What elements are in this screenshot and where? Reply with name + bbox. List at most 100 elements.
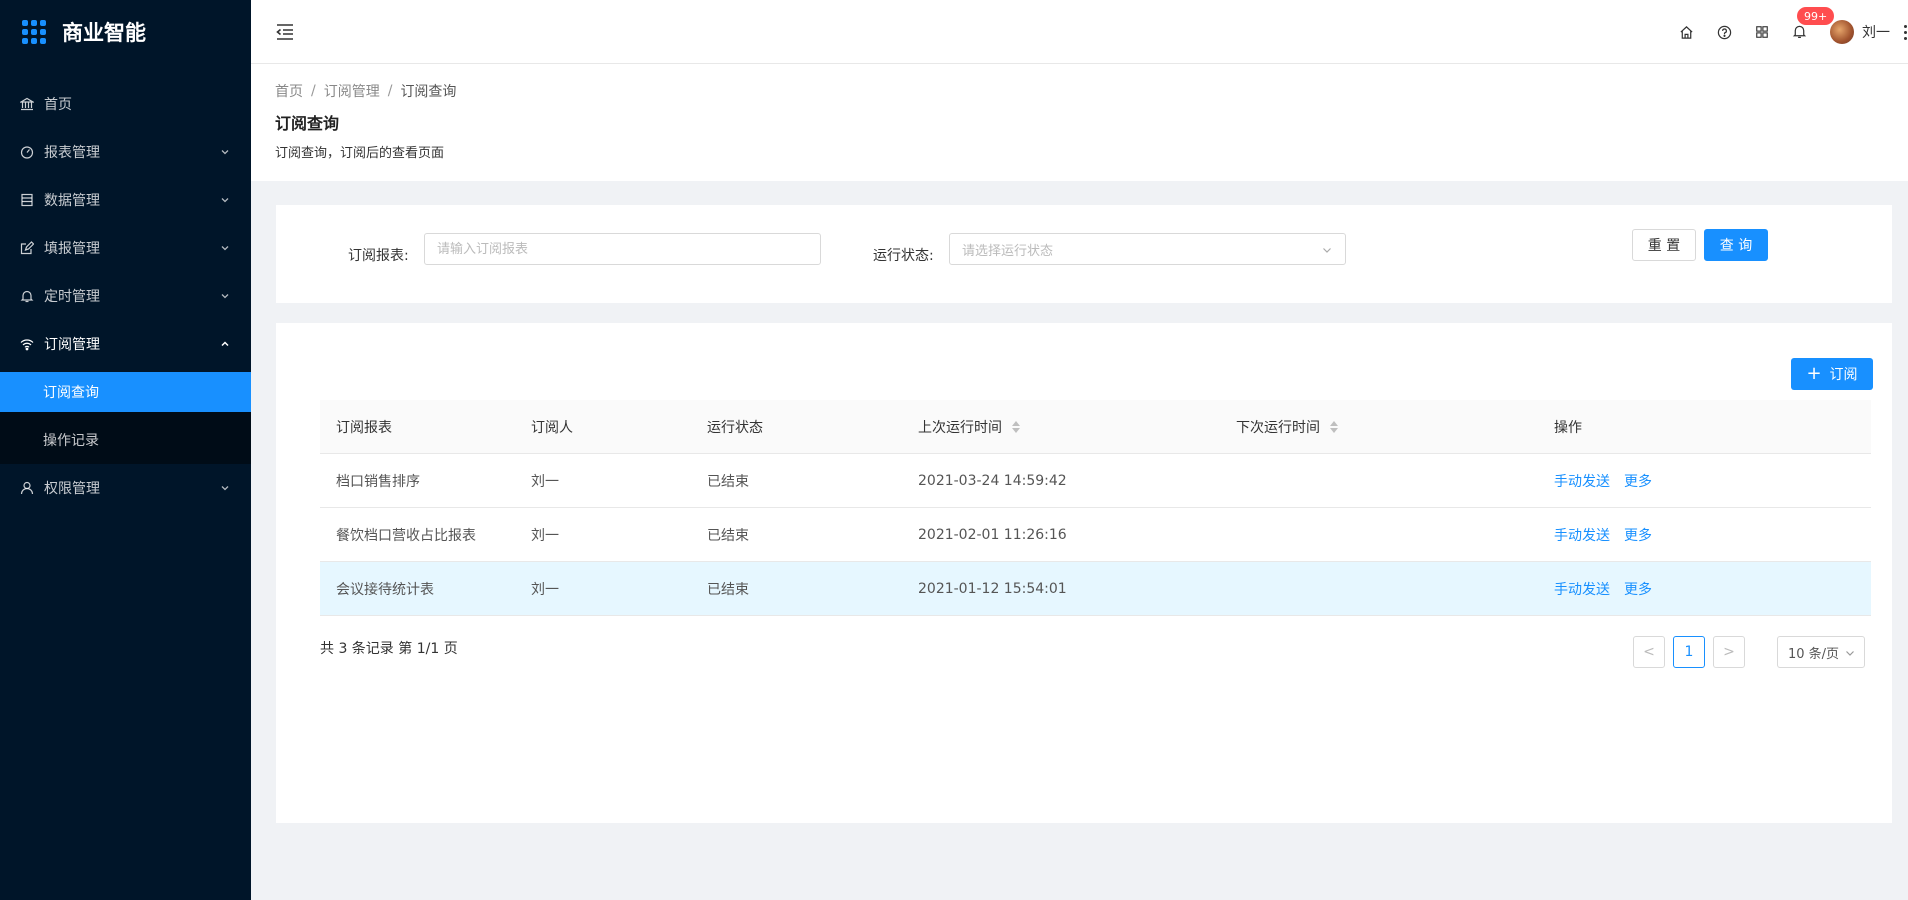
cell-last-run: 2021-01-12 15:54:01 xyxy=(918,580,1067,597)
sidebar-item-label: 数据管理 xyxy=(44,193,100,209)
breadcrumb-home[interactable]: 首页 xyxy=(275,81,303,101)
chevron-down-icon xyxy=(221,486,229,491)
sidebar-item-reports[interactable]: 报表管理 xyxy=(0,128,251,176)
table-header: 订阅报表 订阅人 运行状态 上次运行时间 下次运行时间 操作 xyxy=(320,400,1871,454)
more-icon[interactable] xyxy=(1904,24,1908,40)
next-page-button[interactable]: > xyxy=(1713,636,1745,668)
sidebar-item-data[interactable]: 数据管理 xyxy=(0,176,251,224)
page-size-value: 10 条/页 xyxy=(1788,646,1840,662)
page-description: 订阅查询，订阅后的查看页面 xyxy=(275,146,445,161)
prev-page-button[interactable]: < xyxy=(1633,636,1665,668)
wifi-icon xyxy=(20,337,34,351)
manual-send-link[interactable]: 手动发送 xyxy=(1554,471,1610,491)
table-row: 餐饮档口营收占比报表 刘一 已结束 2021-02-01 11:26:16 手动… xyxy=(320,508,1871,562)
column-header-label: 下次运行时间 xyxy=(1236,419,1320,436)
sort-icon[interactable] xyxy=(1012,420,1020,433)
cell-status: 已结束 xyxy=(707,473,749,490)
table-row-highlighted: 会议接待统计表 刘一 已结束 2021-01-12 15:54:01 手动发送 … xyxy=(320,562,1871,616)
breadcrumb-separator: / xyxy=(311,83,316,99)
appstore-icon[interactable] xyxy=(1754,24,1770,40)
apps-grid-icon xyxy=(22,20,46,44)
plus-icon: + xyxy=(1806,363,1822,384)
chevron-up-icon xyxy=(221,341,229,347)
column-header-report: 订阅报表 xyxy=(336,419,392,436)
bank-icon xyxy=(20,97,34,111)
cell-actions: 手动发送 更多 xyxy=(1554,471,1871,491)
column-header-actions: 操作 xyxy=(1554,419,1582,436)
chevron-down-icon xyxy=(221,150,229,155)
home-icon[interactable] xyxy=(1678,24,1694,40)
database-icon xyxy=(20,193,34,207)
sidebar-item-label: 报表管理 xyxy=(44,145,100,161)
status-select[interactable]: 请选择运行状态 xyxy=(949,233,1346,265)
sidebar-item-label: 订阅查询 xyxy=(43,385,99,401)
sidebar-item-label: 首页 xyxy=(44,97,72,113)
page-size-select[interactable]: 10 条/页 xyxy=(1777,636,1865,668)
column-header-next-run[interactable]: 下次运行时间 xyxy=(1236,417,1554,437)
page-1-button[interactable]: 1 xyxy=(1673,636,1705,668)
report-search-input[interactable] xyxy=(424,233,821,265)
sidebar-item-schedule[interactable]: 定时管理 xyxy=(0,272,251,320)
add-subscription-label: 订阅 xyxy=(1829,367,1858,383)
manual-send-link[interactable]: 手动发送 xyxy=(1554,579,1610,599)
top-header: 99+ 刘一 xyxy=(251,0,1908,64)
pagination-total: 共 3 条记录 第 1/1 页 xyxy=(320,641,458,657)
app-title: 商业智能 xyxy=(62,21,146,45)
sidebar-item-label: 订阅管理 xyxy=(44,337,100,353)
page-header: 首页 / 订阅管理 / 订阅查询 订阅查询 订阅查询，订阅后的查看页面 xyxy=(251,64,1908,181)
sidebar-menu: 首页 报表管理 数据管理 填报管理 定时管理 订阅管理 订阅查询 操作记录 权限… xyxy=(0,80,251,512)
form-icon xyxy=(20,241,34,255)
cell-actions: 手动发送 更多 xyxy=(1554,525,1871,545)
cell-report: 餐饮档口营收占比报表 xyxy=(336,527,476,544)
sidebar-item-label: 操作记录 xyxy=(43,433,99,449)
menu-fold-icon[interactable] xyxy=(275,22,295,42)
bell-icon xyxy=(1792,25,1807,39)
sidebar-subitem-operation-log[interactable]: 操作记录 xyxy=(0,416,251,464)
sidebar-item-label: 填报管理 xyxy=(44,241,100,257)
cell-status: 已结束 xyxy=(707,581,749,598)
sort-icon[interactable] xyxy=(1330,420,1338,433)
chevron-down-icon xyxy=(221,294,229,299)
subscriptions-table: 订阅报表 订阅人 运行状态 上次运行时间 下次运行时间 操作 档口销售排序 刘一… xyxy=(320,400,1871,616)
notification-bell[interactable]: 99+ xyxy=(1792,6,1836,40)
more-link[interactable]: 更多 xyxy=(1624,525,1652,545)
header-actions: 99+ 刘一 xyxy=(1678,0,1908,64)
user-icon xyxy=(20,481,34,495)
report-field-label: 订阅报表: xyxy=(348,248,409,264)
dashboard-icon xyxy=(20,145,34,159)
breadcrumb-separator: / xyxy=(387,83,393,99)
cell-last-run: 2021-02-01 11:26:16 xyxy=(918,526,1067,543)
chevron-down-icon xyxy=(221,246,229,251)
page-title: 订阅查询 xyxy=(275,114,340,133)
cell-subscriber: 刘一 xyxy=(531,527,559,544)
status-field-label: 运行状态: xyxy=(873,248,934,264)
question-icon[interactable] xyxy=(1716,24,1732,40)
add-subscription-button[interactable]: + 订阅 xyxy=(1791,358,1873,390)
subscriptions-submenu: 订阅查询 操作记录 xyxy=(0,372,251,464)
sidebar-item-subscriptions[interactable]: 订阅管理 xyxy=(0,320,251,368)
sidebar-item-forms[interactable]: 填报管理 xyxy=(0,224,251,272)
cell-actions: 手动发送 更多 xyxy=(1554,579,1871,599)
sidebar-subitem-subscription-query[interactable]: 订阅查询 xyxy=(0,372,251,412)
more-link[interactable]: 更多 xyxy=(1624,471,1652,491)
table-row: 档口销售排序 刘一 已结束 2021-03-24 14:59:42 手动发送 更… xyxy=(320,454,1871,508)
logo[interactable]: 商业智能 xyxy=(0,0,251,64)
subscriptions-table-card: + 订阅 订阅报表 订阅人 运行状态 上次运行时间 下次运行时间 操作 档口销售… xyxy=(276,323,1892,823)
status-select-placeholder: 请选择运行状态 xyxy=(962,243,1054,259)
query-button[interactable]: 查 询 xyxy=(1704,229,1768,261)
avatar[interactable] xyxy=(1830,20,1854,44)
cell-last-run: 2021-03-24 14:59:42 xyxy=(918,472,1067,489)
reset-button[interactable]: 重 置 xyxy=(1632,229,1696,261)
search-form: 订阅报表: 运行状态: 请选择运行状态 重 置 查 询 xyxy=(276,205,1892,303)
column-header-last-run[interactable]: 上次运行时间 xyxy=(918,417,1236,437)
manual-send-link[interactable]: 手动发送 xyxy=(1554,525,1610,545)
breadcrumb-current: 订阅查询 xyxy=(400,84,457,100)
username[interactable]: 刘一 xyxy=(1862,22,1890,42)
cell-report: 档口销售排序 xyxy=(336,473,420,490)
sidebar-item-permissions[interactable]: 权限管理 xyxy=(0,464,251,512)
more-link[interactable]: 更多 xyxy=(1624,579,1652,599)
bell-icon xyxy=(20,289,34,303)
cell-subscriber: 刘一 xyxy=(531,473,559,490)
sidebar-item-home[interactable]: 首页 xyxy=(0,80,251,128)
breadcrumb-subscriptions[interactable]: 订阅管理 xyxy=(324,81,380,101)
